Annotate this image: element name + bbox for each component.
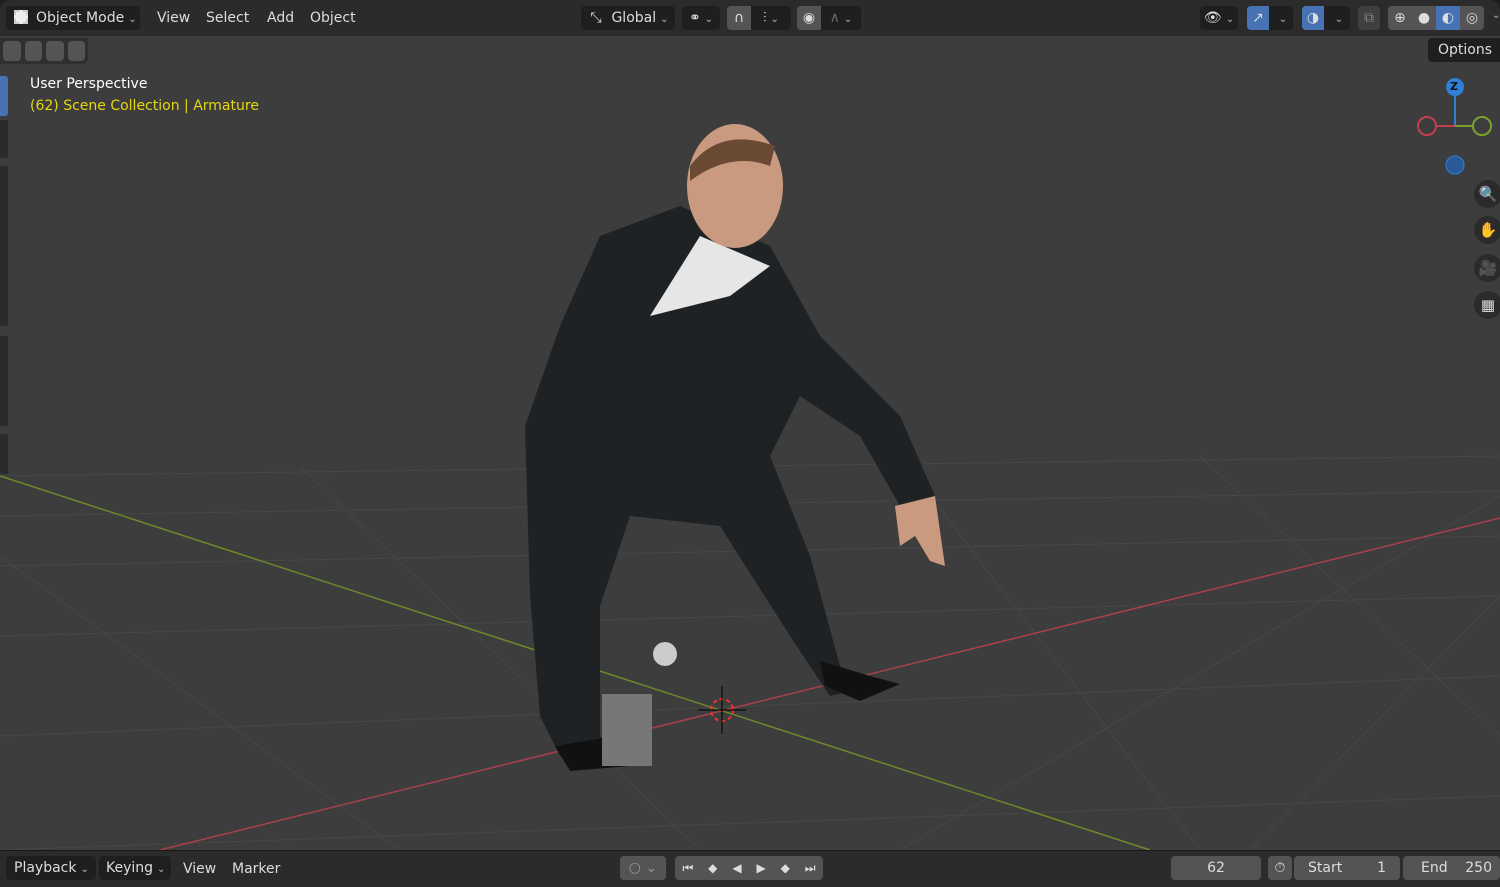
bone-shape (602, 694, 652, 766)
toolbar-tab[interactable] (0, 120, 8, 158)
play-icon[interactable]: ▶ (756, 856, 765, 880)
toolbar-tab[interactable] (0, 166, 8, 326)
options-dropdown[interactable]: Options (1428, 38, 1500, 62)
jump-end-icon[interactable]: ⏭ (805, 856, 816, 880)
proportional-icon: ◉ (802, 10, 816, 26)
chevron-down-icon: ⌄ (770, 14, 779, 25)
auto-keying-toggle[interactable]: ○ ⌄ (620, 856, 666, 880)
proportional-editing-toggle[interactable]: ◉ (797, 6, 821, 30)
character-model (525, 124, 945, 771)
prev-keyframe-icon[interactable]: ◆ (708, 856, 717, 880)
menu-object[interactable]: Object (310, 6, 356, 30)
falloff-curve-icon: ∧ (829, 10, 840, 26)
scene-info: (62) Scene Collection | Armature (30, 98, 259, 114)
zoom-icon[interactable]: 🔍 (1474, 180, 1500, 208)
chevron-down-icon: ⌄ (660, 14, 669, 25)
mode-selector[interactable]: Object Mode ⌄ (6, 6, 140, 30)
chevron-down-icon: ⌄ (80, 864, 89, 875)
bone-joint (653, 642, 677, 666)
eye-icon: 👁 (1203, 10, 1222, 26)
chevron-down-icon: ⌄ (128, 14, 137, 25)
perspective-grid-icon[interactable]: ▦ (1474, 291, 1500, 319)
pan-hand-icon[interactable]: ✋ (1474, 216, 1500, 244)
menu-add[interactable]: Add (267, 6, 294, 30)
chevron-down-icon: ⌄ (1278, 14, 1288, 25)
timeline-view-menu[interactable]: View (183, 857, 216, 881)
timeline-header: Playback ⌄ Keying ⌄ View Marker ○ ⌄ ⏮ ◆ ◀ … (0, 850, 1500, 887)
magnet-icon: ∩ (733, 10, 745, 26)
selection-mode-toolbar (0, 38, 88, 64)
solid-shading-icon[interactable]: ● (1412, 6, 1436, 30)
chevron-down-icon: ⌄ (1225, 14, 1235, 25)
select-new-icon[interactable] (3, 41, 21, 61)
shading-dropdown-chevron-icon[interactable]: ⌄ (1492, 10, 1500, 21)
falloff-dropdown[interactable]: ∧ ⌄ (821, 6, 861, 30)
chevron-down-icon: ⌄ (1334, 14, 1344, 25)
xray-toggle[interactable]: ⧉ (1358, 6, 1380, 30)
current-frame-field[interactable]: 62 (1171, 856, 1261, 880)
viewport-header: Object Mode ⌄ View Select Add Object ⤡ Gl… (0, 0, 1500, 36)
playback-menu[interactable]: Playback ⌄ (6, 856, 96, 880)
toolbar-tab-active[interactable] (0, 76, 8, 116)
chevron-down-icon: ⌄ (843, 14, 853, 25)
xray-icon: ⧉ (1364, 10, 1374, 26)
3d-viewport[interactable]: Z Options User Perspective (62) Scene Co… (0, 36, 1500, 850)
play-reverse-icon[interactable]: ◀ (732, 856, 741, 880)
pivot-point-dropdown[interactable]: ⚭ ⌄ (682, 6, 720, 30)
snap-toggle[interactable]: ∩ (727, 6, 751, 30)
end-frame-field[interactable]: End 250 (1403, 856, 1500, 880)
select-extend-icon[interactable] (24, 41, 42, 61)
menu-select[interactable]: Select (206, 6, 249, 30)
snap-target-dropdown[interactable]: ⫶ ⌄ (751, 6, 791, 30)
toolbar-tab[interactable] (0, 336, 8, 426)
axes-icon: ⤡ (590, 10, 602, 26)
next-keyframe-icon[interactable]: ◆ (781, 856, 790, 880)
select-subtract-icon[interactable] (46, 41, 64, 61)
playback-controls: ⏮ ◆ ◀ ▶ ◆ ⏭ (675, 856, 823, 880)
record-icon: ○ ⌄ (628, 860, 658, 876)
shading-mode-group: ⊕ ● ◐ ◎ (1388, 6, 1484, 30)
chevron-down-icon: ⌄ (157, 864, 166, 875)
3d-cursor (698, 686, 746, 734)
visibility-dropdown[interactable]: 👁 ⌄ (1200, 6, 1238, 30)
gizmo-icon: ↗ (1252, 10, 1264, 26)
object-mode-icon (14, 10, 28, 24)
wireframe-shading-icon[interactable]: ⊕ (1388, 6, 1412, 30)
stopwatch-icon[interactable]: ⏱ (1268, 856, 1292, 880)
jump-start-icon[interactable]: ⏮ (682, 856, 693, 880)
scene-canvas (0, 78, 1500, 850)
overlays-toggle[interactable]: ◑ (1302, 6, 1324, 30)
gizmo-z-label: Z (1450, 80, 1458, 93)
transform-orientation-dropdown[interactable]: ⤡ Global ⌄ (581, 6, 675, 30)
material-preview-icon[interactable]: ◐ (1436, 6, 1460, 30)
overlays-icon: ◑ (1306, 10, 1320, 26)
toolbar-tab[interactable] (0, 434, 8, 474)
keying-menu[interactable]: Keying ⌄ (99, 856, 171, 880)
gizmo-toggle[interactable]: ↗ (1247, 6, 1269, 30)
marker-menu[interactable]: Marker (232, 857, 280, 881)
start-frame-field[interactable]: Start 1 (1294, 856, 1400, 880)
rendered-shading-icon[interactable]: ◎ (1460, 6, 1484, 30)
menu-view[interactable]: View (157, 6, 190, 30)
snap-increment-icon: ⫶ (763, 10, 767, 26)
view-name: User Perspective (30, 76, 148, 92)
pivot-icon: ⚭ (688, 10, 701, 26)
overlays-dropdown[interactable]: ⌄ (1324, 6, 1350, 30)
select-intersect-icon[interactable] (67, 41, 85, 61)
camera-icon[interactable]: 🎥 (1474, 254, 1500, 282)
gizmo-dropdown[interactable]: ⌄ (1269, 6, 1293, 30)
chevron-down-icon: ⌄ (704, 14, 714, 25)
